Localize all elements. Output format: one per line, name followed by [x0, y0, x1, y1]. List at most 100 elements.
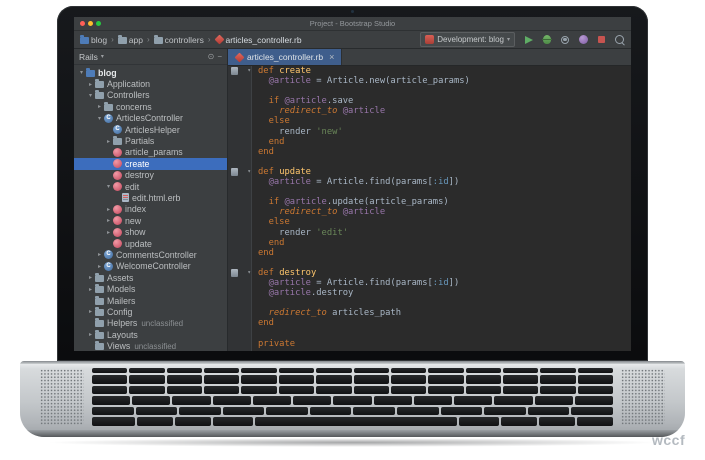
tree-item-edit[interactable]: ▾edit	[74, 181, 227, 192]
expand-arrow-icon[interactable]: ▸	[104, 229, 113, 236]
code-line: end	[228, 248, 631, 258]
search-icon	[615, 35, 624, 44]
expand-arrow-icon[interactable]: ▾	[77, 69, 86, 76]
tree-item-mailers[interactable]: Mailers	[74, 295, 227, 306]
fold-marker-icon[interactable]: ▾	[247, 66, 251, 76]
breadcrumb-item[interactable]: controllers	[154, 35, 204, 45]
hide-panel-icon[interactable]: −	[217, 53, 222, 61]
fold-marker-icon[interactable]: ▾	[247, 268, 251, 278]
stop-button[interactable]	[595, 34, 607, 46]
keyboard-key	[167, 375, 202, 384]
tree-item-label: edit.html.erb	[132, 193, 180, 203]
tree-item-label: CommentsController	[116, 250, 197, 260]
breadcrumb-item[interactable]: articles_controller.rb	[215, 35, 302, 45]
breadcrumb-item[interactable]: app	[118, 35, 143, 45]
expand-arrow-icon[interactable]: ▸	[86, 274, 95, 281]
folder-icon	[118, 37, 127, 44]
tree-item-label: concerns	[116, 102, 152, 112]
keyboard-key	[540, 368, 575, 373]
tree-item-destroy[interactable]: destroy	[74, 170, 227, 181]
code-line: ▾def update	[228, 167, 631, 177]
tree-item-config[interactable]: ▸Config	[74, 306, 227, 317]
coverage-icon	[561, 36, 569, 44]
class-icon	[104, 114, 113, 123]
tree-item-helpers[interactable]: Helpersunclassified	[74, 318, 227, 329]
tree-item-article-params[interactable]: article_params	[74, 147, 227, 158]
close-tab-icon[interactable]: ×	[329, 52, 334, 62]
tree-item-create[interactable]: create	[74, 158, 227, 169]
profiler-button[interactable]	[577, 34, 589, 46]
expand-arrow-icon[interactable]: ▾	[86, 92, 95, 99]
keyboard-key	[428, 368, 463, 373]
goto-view-gutter-icon[interactable]	[231, 269, 238, 277]
breadcrumb-item[interactable]: blog	[80, 35, 107, 45]
tree-item-index[interactable]: ▸index	[74, 204, 227, 215]
keyboard-key	[241, 386, 276, 395]
run-button[interactable]	[523, 34, 535, 46]
laptop-shadow	[45, 438, 660, 447]
fold-marker-icon[interactable]: ▾	[247, 167, 251, 177]
code-line: end	[228, 137, 631, 147]
tree-item-update[interactable]: update	[74, 238, 227, 249]
locate-icon[interactable]: ⊙	[208, 53, 215, 61]
expand-arrow-icon[interactable]: ▸	[95, 103, 104, 110]
keyboard-key	[391, 368, 426, 373]
tree-item-partials[interactable]: ▸Partials	[74, 135, 227, 146]
code-text: render 'new'	[252, 127, 343, 137]
goto-view-gutter-icon[interactable]	[231, 168, 238, 176]
code-line: end	[228, 147, 631, 157]
tree-item-new[interactable]: ▸new	[74, 215, 227, 226]
code-editor[interactable]: ▾def create @article = Article.new(artic…	[228, 66, 631, 351]
code-line	[228, 328, 631, 338]
keyboard-key	[571, 407, 613, 416]
expand-arrow-icon[interactable]: ▸	[86, 308, 95, 315]
tree-item-blog[interactable]: ▾blog	[74, 67, 227, 78]
expand-arrow-icon[interactable]: ▸	[95, 263, 104, 270]
tree-item-models[interactable]: ▸Models	[74, 283, 227, 294]
goto-view-gutter-icon[interactable]	[231, 67, 238, 75]
tab-articles-controller[interactable]: articles_controller.rb ×	[228, 49, 342, 65]
view-selector[interactable]: Rails	[79, 52, 98, 62]
keyboard-key	[167, 386, 202, 395]
gutter	[228, 137, 252, 147]
expand-arrow-icon[interactable]: ▾	[104, 183, 113, 190]
expand-arrow-icon[interactable]: ▸	[86, 331, 95, 338]
gutter	[228, 187, 252, 197]
debug-button[interactable]	[541, 34, 553, 46]
tree-item-label: Views	[107, 341, 130, 351]
tree-item-edit-html-erb[interactable]: edit.html.erb	[74, 192, 227, 203]
keyboard-key	[391, 386, 426, 395]
class-icon	[104, 262, 113, 271]
tree-item-concerns[interactable]: ▸ concerns	[74, 101, 227, 112]
code-text	[252, 86, 258, 96]
search-everywhere-button[interactable]	[613, 34, 625, 46]
code-line: if @article.save	[228, 96, 631, 106]
folder-icon	[95, 286, 104, 293]
tree-item-articlescontroller[interactable]: ▾ArticlesController	[74, 113, 227, 124]
keyboard-key	[441, 407, 483, 416]
keyboard-key	[503, 375, 538, 384]
expand-arrow-icon[interactable]: ▾	[95, 115, 104, 122]
tree-item-show[interactable]: ▸show	[74, 226, 227, 237]
run-configuration-select[interactable]: Development: blog ▾	[420, 32, 515, 47]
tree-item-views[interactable]: Viewsunclassified	[74, 340, 227, 351]
expand-arrow-icon[interactable]: ▸	[86, 81, 95, 88]
page: Project - Bootstrap Studio blog›app›cont…	[0, 0, 705, 460]
run-with-coverage-button[interactable]	[559, 34, 571, 46]
tree-item-articleshelper[interactable]: ArticlesHelper	[74, 124, 227, 135]
tree-item-application[interactable]: ▸Application	[74, 78, 227, 89]
expand-arrow-icon[interactable]: ▸	[104, 206, 113, 213]
tree-item-welcomecontroller[interactable]: ▸WelcomeController	[74, 261, 227, 272]
keyboard-key	[353, 407, 395, 416]
expand-arrow-icon[interactable]: ▸	[104, 138, 113, 145]
main-area: Rails ▾ ⊙− ▾blog▸Application▾Controllers…	[74, 49, 631, 351]
tree-item-controllers[interactable]: ▾Controllers	[74, 90, 227, 101]
method-icon	[113, 159, 122, 168]
tree-item-assets[interactable]: ▸Assets	[74, 272, 227, 283]
tree-item-commentscontroller[interactable]: ▸ CommentsController	[74, 249, 227, 260]
tree-item-layouts[interactable]: ▸Layouts	[74, 329, 227, 340]
run-configuration-label: Development: blog	[437, 35, 504, 44]
expand-arrow-icon[interactable]: ▸	[95, 251, 104, 258]
expand-arrow-icon[interactable]: ▸	[86, 286, 95, 293]
expand-arrow-icon[interactable]: ▸	[104, 217, 113, 224]
